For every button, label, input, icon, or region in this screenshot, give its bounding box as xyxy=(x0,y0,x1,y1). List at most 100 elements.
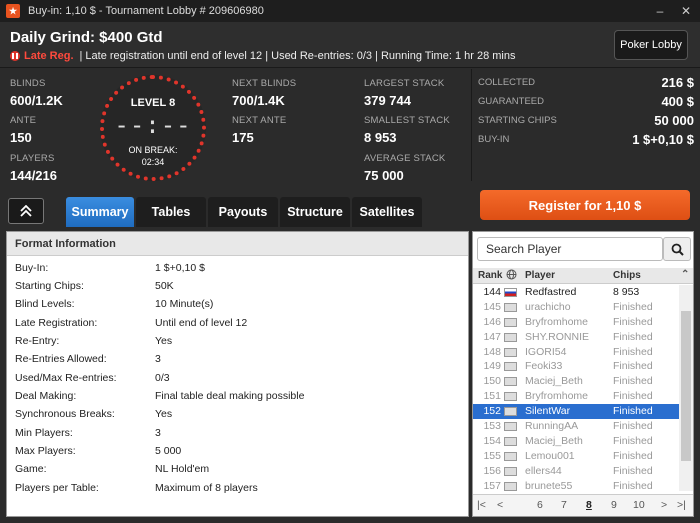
prev-page-icon[interactable]: < xyxy=(497,499,503,511)
table-row[interactable]: 146 Bryfromhome Finished xyxy=(473,315,679,330)
flag-icon xyxy=(504,422,517,432)
table-row[interactable]: 154 Maciej_Beth Finished xyxy=(473,434,679,449)
next-page-icon[interactable]: > xyxy=(661,499,667,511)
tab-structure[interactable]: Structure xyxy=(280,197,350,227)
player-name: SHY.RONNIE xyxy=(525,330,589,343)
tab-satellites[interactable]: Satellites xyxy=(352,197,422,227)
collected-label: COLLECTED xyxy=(478,76,536,88)
flag-icon xyxy=(504,302,517,312)
flag-icon xyxy=(504,377,517,387)
players-scrollbar[interactable] xyxy=(679,285,693,491)
scrollbar-thumb[interactable] xyxy=(681,311,691,461)
rank-cell: 145 xyxy=(483,300,501,313)
player-name: brunete55 xyxy=(525,479,573,492)
table-row[interactable]: 145 urachicho Finished xyxy=(473,300,679,315)
col-chips[interactable]: Chips xyxy=(613,270,641,281)
guaranteed-label: GUARANTEED xyxy=(478,95,544,107)
title-bar: ★ Buy-in: 1,10 $ - Tournament Lobby # 20… xyxy=(0,0,700,22)
chips-cell: Finished xyxy=(613,420,653,433)
format-row: Max Players: 5 000 xyxy=(15,442,455,460)
flag-icon xyxy=(504,451,517,461)
table-row[interactable]: 151 Bryfromhome Finished xyxy=(473,389,679,404)
table-row[interactable]: 149 Feoki33 Finished xyxy=(473,359,679,374)
collapse-button[interactable] xyxy=(8,198,44,224)
table-row-selected[interactable]: 152 SilentWar Finished xyxy=(473,404,679,420)
format-value: Maximum of 8 players xyxy=(155,482,258,494)
search-button[interactable] xyxy=(663,237,691,261)
format-row: Late Registration: Until end of level 12 xyxy=(15,314,455,332)
level-clock: LEVEL 8 --:-- ON BREAK: 02:34 xyxy=(100,75,206,181)
rank-cell: 154 xyxy=(483,434,501,447)
col-player[interactable]: Player xyxy=(525,270,555,281)
chips-cell: Finished xyxy=(613,300,653,313)
table-row[interactable]: 153 RunningAA Finished xyxy=(473,419,679,434)
format-value: 50K xyxy=(155,280,174,292)
blinds-value: 600/1.2K xyxy=(10,93,63,108)
format-row: Players per Table: Maximum of 8 players xyxy=(15,479,455,497)
register-button[interactable]: Register for 1,10 $ xyxy=(480,190,690,220)
format-value: 1 $+0,10 $ xyxy=(155,262,205,274)
rank-cell: 157 xyxy=(483,479,501,492)
format-key: Late Registration: xyxy=(15,317,98,329)
player-name: Maciej_Beth xyxy=(525,375,583,388)
player-name: Feoki33 xyxy=(525,360,563,373)
chips-cell: Finished xyxy=(613,479,653,492)
players-table-header: Rank Player Chips ⌃ xyxy=(473,268,693,284)
smallest-stack-value: 8 953 xyxy=(364,130,397,145)
chips-cell: Finished xyxy=(613,405,653,418)
search-icon xyxy=(671,243,684,256)
format-value: 10 Minute(s) xyxy=(155,298,214,310)
format-info-heading: Format Information xyxy=(7,232,468,256)
guaranteed-value: 400 $ xyxy=(661,93,694,109)
starting-chips-label: STARTING CHIPS xyxy=(478,114,557,126)
format-value: 3 xyxy=(155,353,161,365)
tab-summary[interactable]: Summary xyxy=(66,197,134,227)
page-10[interactable]: 10 xyxy=(633,499,645,511)
table-row[interactable]: 147 SHY.RONNIE Finished xyxy=(473,330,679,345)
average-stack-label: AVERAGE STACK xyxy=(364,153,446,164)
break-time: 02:34 xyxy=(141,157,165,167)
table-row[interactable]: 156 ellers44 Finished xyxy=(473,464,679,479)
chips-cell: Finished xyxy=(613,345,653,358)
chips-cell: Finished xyxy=(613,330,653,343)
col-rank[interactable]: Rank xyxy=(478,270,502,281)
tab-payouts[interactable]: Payouts xyxy=(208,197,278,227)
ante-label: ANTE xyxy=(10,115,37,126)
format-row: Synchronous Breaks: Yes xyxy=(15,405,455,423)
table-row[interactable]: 144 Redfastred 8 953 xyxy=(473,285,679,300)
average-stack-value: 75 000 xyxy=(364,168,404,183)
first-page-icon[interactable]: |< xyxy=(477,499,486,511)
search-player-input[interactable] xyxy=(478,238,662,260)
format-key: Game: xyxy=(15,463,47,475)
rank-cell: 147 xyxy=(483,330,501,343)
format-value: 0/3 xyxy=(155,372,170,384)
next-blinds-value: 700/1.4K xyxy=(232,93,285,108)
tab-tables[interactable]: Tables xyxy=(136,197,206,227)
format-row: Re-Entry: Yes xyxy=(15,332,455,350)
search-box xyxy=(477,237,663,261)
globe-icon[interactable] xyxy=(506,269,517,283)
page-6[interactable]: 6 xyxy=(537,499,543,511)
rank-cell: 155 xyxy=(483,449,501,462)
table-row[interactable]: 150 Maciej_Beth Finished xyxy=(473,374,679,389)
poker-lobby-button[interactable]: Poker Lobby xyxy=(614,30,688,60)
scroll-up-icon[interactable]: ⌃ xyxy=(681,269,689,280)
ante-value: 150 xyxy=(10,130,32,145)
chips-cell: Finished xyxy=(613,360,653,373)
table-row[interactable]: 148 IGORI54 Finished xyxy=(473,345,679,360)
table-row[interactable]: 157 brunete55 Finished xyxy=(473,479,679,494)
tournament-header: Daily Grind: $400 Gtd Late Reg. | Late r… xyxy=(0,22,700,68)
rank-cell: 151 xyxy=(483,390,501,403)
format-value: Until end of level 12 xyxy=(155,317,248,329)
format-value: 3 xyxy=(155,427,161,439)
page-8-current[interactable]: 8 xyxy=(586,499,592,511)
minimize-icon[interactable]: – xyxy=(650,3,670,19)
page-9[interactable]: 9 xyxy=(611,499,617,511)
close-icon[interactable]: ✕ xyxy=(676,3,696,19)
flag-icon xyxy=(504,436,517,446)
last-page-icon[interactable]: >| xyxy=(677,499,686,511)
table-row[interactable]: 155 Lemou001 Finished xyxy=(473,449,679,464)
page-7[interactable]: 7 xyxy=(561,499,567,511)
format-key: Re-Entries Allowed: xyxy=(15,353,107,365)
collected-value: 216 $ xyxy=(661,74,694,90)
